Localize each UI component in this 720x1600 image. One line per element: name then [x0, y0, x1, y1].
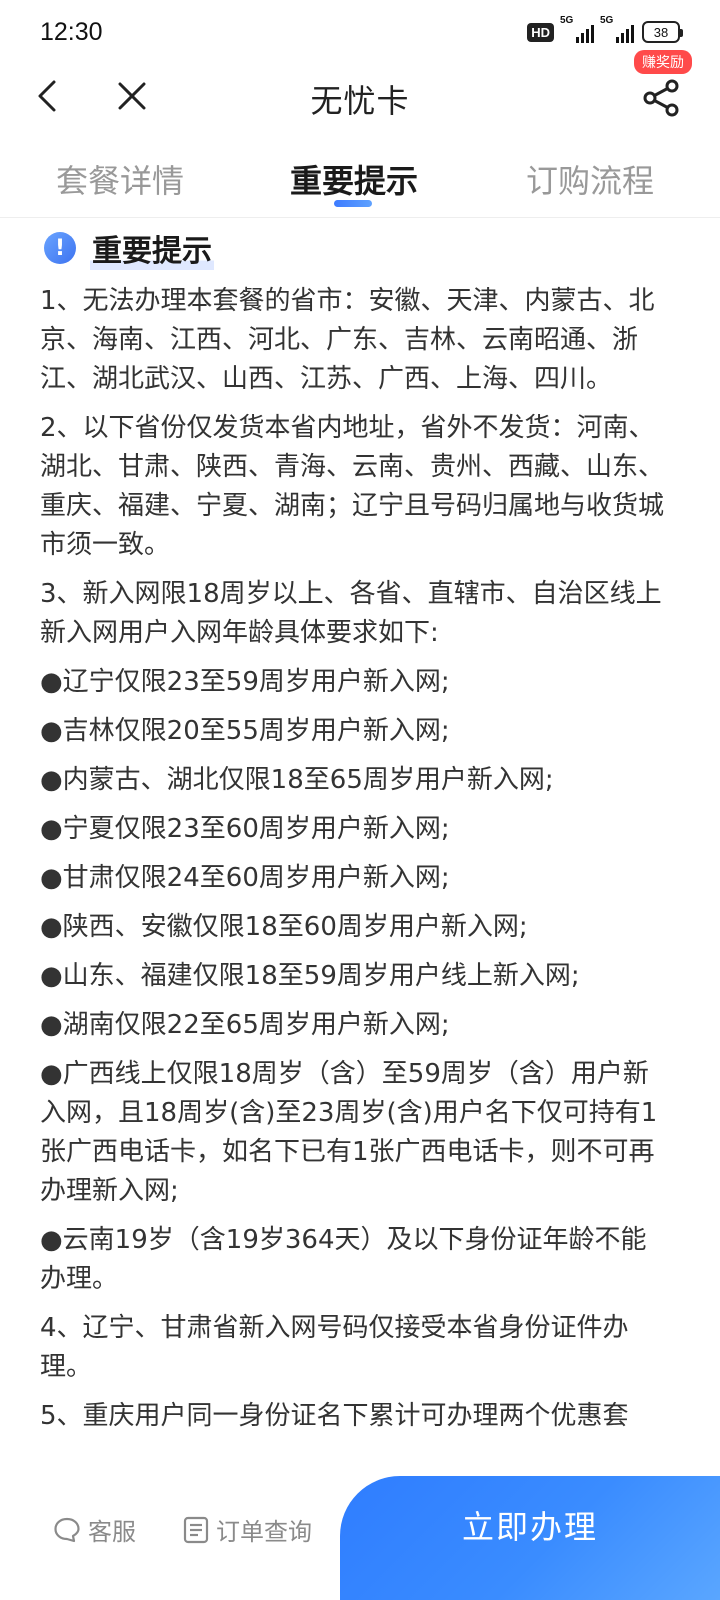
notice-item-3: 3、新入网限18周岁以上、各省、直辖市、自治区线上新入网用户入网年龄具体要求如下…: [40, 579, 662, 648]
chat-bubble-icon: [54, 1517, 80, 1542]
age-rule-item: ●湖南仅限22至65周岁用户新入网;: [40, 1010, 450, 1040]
tab-order-process[interactable]: 订购流程: [526, 156, 654, 202]
age-rule-item: ●山东、福建仅限18至59周岁用户线上新入网;: [40, 961, 580, 991]
order-query-button[interactable]: 订单查询: [182, 1512, 312, 1547]
notice-item-4: 4、辽宁、甘肃省新入网号码仅接受本省身份证件办理。: [40, 1313, 629, 1382]
age-rule-item: ●陕西、安徽仅限18至60周岁用户新入网;: [40, 912, 528, 942]
hd-voice-icon: HD: [527, 22, 554, 42]
bottom-action-bar: 客服 订单查询 立即办理: [0, 1476, 720, 1600]
signal-label-2: 5G: [600, 15, 614, 26]
signal-icon-2: 5G: [600, 15, 634, 43]
age-rule-item: ●云南19岁（含19岁364天）及以下身份证年龄不能办理。: [40, 1225, 647, 1294]
apply-now-button[interactable]: 立即办理: [340, 1476, 720, 1600]
customer-service-label: 客服: [88, 1518, 136, 1546]
status-bar: 12:30 HD 5G 5G 38: [0, 0, 720, 64]
battery-level: 38: [653, 24, 669, 40]
notice-content: ! 重要提示 1、无法办理本套餐的省市：安徽、天津、内蒙古、北京、海南、江西、河…: [40, 226, 670, 1446]
section-header: ! 重要提示: [40, 226, 670, 270]
age-rule-item: ●宁夏仅限23至60周岁用户新入网;: [40, 814, 450, 844]
active-tab-indicator: [334, 200, 372, 207]
tab-bar: 套餐详情 重要提示 订购流程: [0, 140, 720, 218]
signal-label: 5G: [560, 15, 574, 26]
document-icon: [183, 1516, 209, 1543]
reward-badge[interactable]: 赚奖励: [634, 50, 692, 74]
customer-service-button[interactable]: 客服: [52, 1512, 136, 1547]
exclamation-icon: !: [44, 232, 76, 264]
age-rule-item: ●甘肃仅限24至60周岁用户新入网;: [40, 863, 450, 893]
notice-item-1: 1、无法办理本套餐的省市：安徽、天津、内蒙古、北京、海南、江西、河北、广东、吉林…: [40, 286, 655, 394]
notice-item-2: 2、以下省份仅发货本省内地址，省外不发货：河南、湖北、甘肃、陕西、青海、云南、贵…: [40, 413, 665, 560]
age-rule-item: ●吉林仅限20至55周岁用户新入网;: [40, 716, 450, 746]
section-title: 重要提示: [90, 226, 214, 270]
share-icon[interactable]: [640, 76, 684, 120]
signal-icon: 5G: [560, 15, 594, 43]
page-title: 无忧卡: [310, 82, 410, 120]
age-rule-item: ●辽宁仅限23至59周岁用户新入网;: [40, 667, 450, 697]
order-query-label: 订单查询: [216, 1518, 312, 1546]
tab-package-details[interactable]: 套餐详情: [56, 156, 184, 202]
battery-icon: 38: [642, 21, 683, 43]
tab-important-notice[interactable]: 重要提示: [290, 156, 418, 202]
status-time: 12:30: [40, 17, 103, 46]
nav-bar: 无忧卡 赚奖励: [0, 50, 720, 128]
age-rule-item: ●内蒙古、湖北仅限18至65周岁用户新入网;: [40, 765, 554, 795]
status-icons: HD 5G 5G 38: [527, 15, 683, 43]
notice-item-5: 5、重庆用户同一身份证名下累计可办理两个优惠套: [40, 1401, 629, 1431]
age-rule-item: ●广西线上仅限18周岁（含）至59周岁（含）用户新入网，且18周岁(含)至23周…: [40, 1059, 658, 1206]
